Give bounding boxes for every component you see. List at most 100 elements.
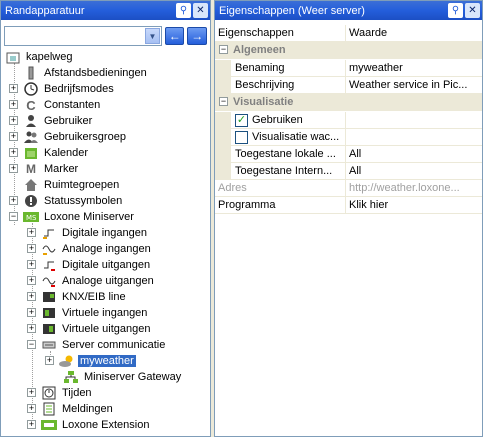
peripherals-titlebar: Randapparatuur ⚲ ✕	[1, 1, 210, 20]
tree-item-virtual-outputs[interactable]: + Virtuele uitgangen	[27, 321, 152, 337]
tree-item-label: Marker	[44, 163, 79, 175]
tree-item-knx[interactable]: + KNX/EIB line	[27, 289, 128, 305]
tree-item-label: kapelweg	[26, 51, 73, 63]
messages-icon	[41, 401, 57, 417]
chevron-down-icon[interactable]: ▼	[144, 28, 160, 44]
prop-password-value[interactable]	[346, 129, 482, 145]
house-icon	[5, 49, 21, 65]
server-icon	[41, 337, 57, 353]
tree-item-analog-outputs[interactable]: + Analoge uitgangen	[27, 273, 156, 289]
extension-icon	[41, 417, 57, 433]
category-visualisation[interactable]: − Visualisatie	[215, 94, 482, 111]
back-button[interactable]: ←	[164, 27, 185, 45]
expand-icon[interactable]: +	[9, 100, 18, 109]
prop-address-row: Adres http://weather.loxone...	[215, 180, 482, 197]
gateway-icon	[63, 369, 79, 385]
tree-item-label: Miniserver Gateway	[84, 371, 182, 383]
prop-password-row[interactable]: Visualisatie wac...	[215, 129, 482, 146]
prop-use-value[interactable]	[346, 112, 482, 128]
peripherals-tree[interactable]: kapelweg Afstandsbedieningen + Bedrijfsm…	[5, 49, 208, 434]
expand-icon[interactable]: +	[9, 196, 18, 205]
expand-icon[interactable]: +	[9, 132, 18, 141]
tree-item-analog-inputs[interactable]: + Analoge ingangen	[27, 241, 153, 257]
tree-item-label: KNX/EIB line	[62, 291, 126, 303]
expand-icon[interactable]: +	[27, 420, 36, 429]
tree-item-miniserver-gateway[interactable]: Miniserver Gateway	[63, 369, 183, 385]
expand-icon[interactable]: +	[9, 116, 18, 125]
forward-button[interactable]: →	[187, 27, 208, 45]
collapse-icon[interactable]: −	[219, 45, 228, 54]
category-general[interactable]: − Algemeen	[215, 42, 482, 59]
expand-icon[interactable]: +	[27, 324, 36, 333]
tree-item-status-symbols[interactable]: + Statussymbolen	[9, 193, 124, 209]
tree-item-digital-outputs[interactable]: + Digitale uitgangen	[27, 257, 152, 273]
remote-icon	[23, 65, 39, 81]
tree-item-loxone-extension[interactable]: + Loxone Extension	[27, 417, 151, 433]
knx-icon	[41, 289, 57, 305]
tree-item-user-group[interactable]: + Gebruikersgroep	[9, 129, 128, 145]
tree-item-messages[interactable]: + Meldingen	[27, 401, 115, 417]
tree-item-label: Gebruiker	[44, 115, 93, 127]
virtual-output-icon	[41, 321, 57, 337]
prop-use-row[interactable]: ✓ Gebruiken	[215, 112, 482, 129]
tree-toolbar: ▼ ← →	[4, 25, 208, 47]
tree-item-label: Virtuele ingangen	[62, 307, 148, 319]
pin-icon[interactable]: ⚲	[448, 3, 463, 18]
clock-icon	[23, 81, 39, 97]
tree-item-marker[interactable]: + M Marker	[9, 161, 80, 177]
tree-item-root[interactable]: kapelweg	[5, 49, 74, 65]
prop-description-value[interactable]: Weather service in Pic...	[346, 77, 482, 93]
virtual-input-icon	[41, 305, 57, 321]
tree-item-operating-modes[interactable]: + Bedrijfsmodes	[9, 81, 116, 97]
tree-item-room-groups[interactable]: Ruimtegroepen	[23, 177, 121, 193]
close-icon[interactable]: ✕	[465, 3, 480, 18]
expand-icon[interactable]: +	[27, 244, 36, 253]
close-icon[interactable]: ✕	[193, 3, 208, 18]
prop-description-row[interactable]: Beschrijving Weather service in Pic...	[215, 77, 482, 94]
prop-name-row[interactable]: Benaming myweather	[215, 60, 482, 77]
tree-item-label: Meldingen	[62, 403, 113, 415]
tree-item-virtual-inputs[interactable]: + Virtuele ingangen	[27, 305, 149, 321]
expand-icon[interactable]: +	[27, 292, 36, 301]
tree-item-timers[interactable]: + Tijden	[27, 385, 94, 401]
expand-icon[interactable]: +	[27, 404, 36, 413]
prop-internet-row[interactable]: Toegestane Intern... All	[215, 163, 482, 180]
prop-program-row[interactable]: Programma Klik hier	[215, 197, 482, 214]
prop-local-value[interactable]: All	[346, 146, 482, 162]
prop-label: Gebruiken	[252, 114, 303, 126]
expand-icon[interactable]: +	[27, 260, 36, 269]
collapse-icon[interactable]: −	[9, 212, 18, 221]
tree-item-label: Analoge uitgangen	[62, 275, 154, 287]
tree-item-label: Gebruikersgroep	[44, 131, 126, 143]
prop-name-value[interactable]: myweather	[346, 60, 482, 76]
expand-icon[interactable]: +	[9, 148, 18, 157]
expand-icon[interactable]: +	[27, 388, 36, 397]
pin-icon[interactable]: ⚲	[176, 3, 191, 18]
expand-icon[interactable]: +	[27, 308, 36, 317]
tree-item-server-communication[interactable]: − Server communicatie	[27, 337, 167, 353]
marker-icon: M	[26, 162, 36, 176]
expand-icon[interactable]: +	[9, 84, 18, 93]
password-checkbox[interactable]	[235, 130, 248, 144]
use-checkbox[interactable]: ✓	[235, 113, 248, 127]
tree-item-remotes[interactable]: Afstandsbedieningen	[23, 65, 149, 81]
properties-title: Eigenschappen (Weer server)	[219, 4, 365, 17]
tree-item-constants[interactable]: + C Constanten	[9, 97, 102, 113]
expand-icon[interactable]: +	[27, 228, 36, 237]
expand-icon[interactable]: +	[27, 276, 36, 285]
program-link[interactable]: Klik hier	[346, 197, 482, 213]
expand-icon[interactable]: +	[45, 356, 54, 365]
tree-item-digital-inputs[interactable]: + Digitale ingangen	[27, 225, 149, 241]
tree-item-miniserver[interactable]: − MS Loxone Miniserver	[9, 209, 136, 225]
collapse-icon[interactable]: −	[27, 340, 36, 349]
filter-combobox[interactable]: ▼	[4, 26, 162, 46]
prop-internet-value[interactable]: All	[346, 163, 482, 179]
collapse-icon[interactable]: −	[219, 97, 228, 106]
tree-item-label: Loxone Miniserver	[44, 211, 134, 223]
tree-item-myweather[interactable]: + myweather	[45, 353, 136, 369]
expand-icon[interactable]: +	[9, 164, 18, 173]
tree-item-user[interactable]: + Gebruiker	[9, 113, 94, 129]
prop-local-row[interactable]: Toegestane lokale ... All	[215, 146, 482, 163]
analog-input-icon	[41, 241, 57, 257]
tree-item-calendar[interactable]: + Kalender	[9, 145, 90, 161]
